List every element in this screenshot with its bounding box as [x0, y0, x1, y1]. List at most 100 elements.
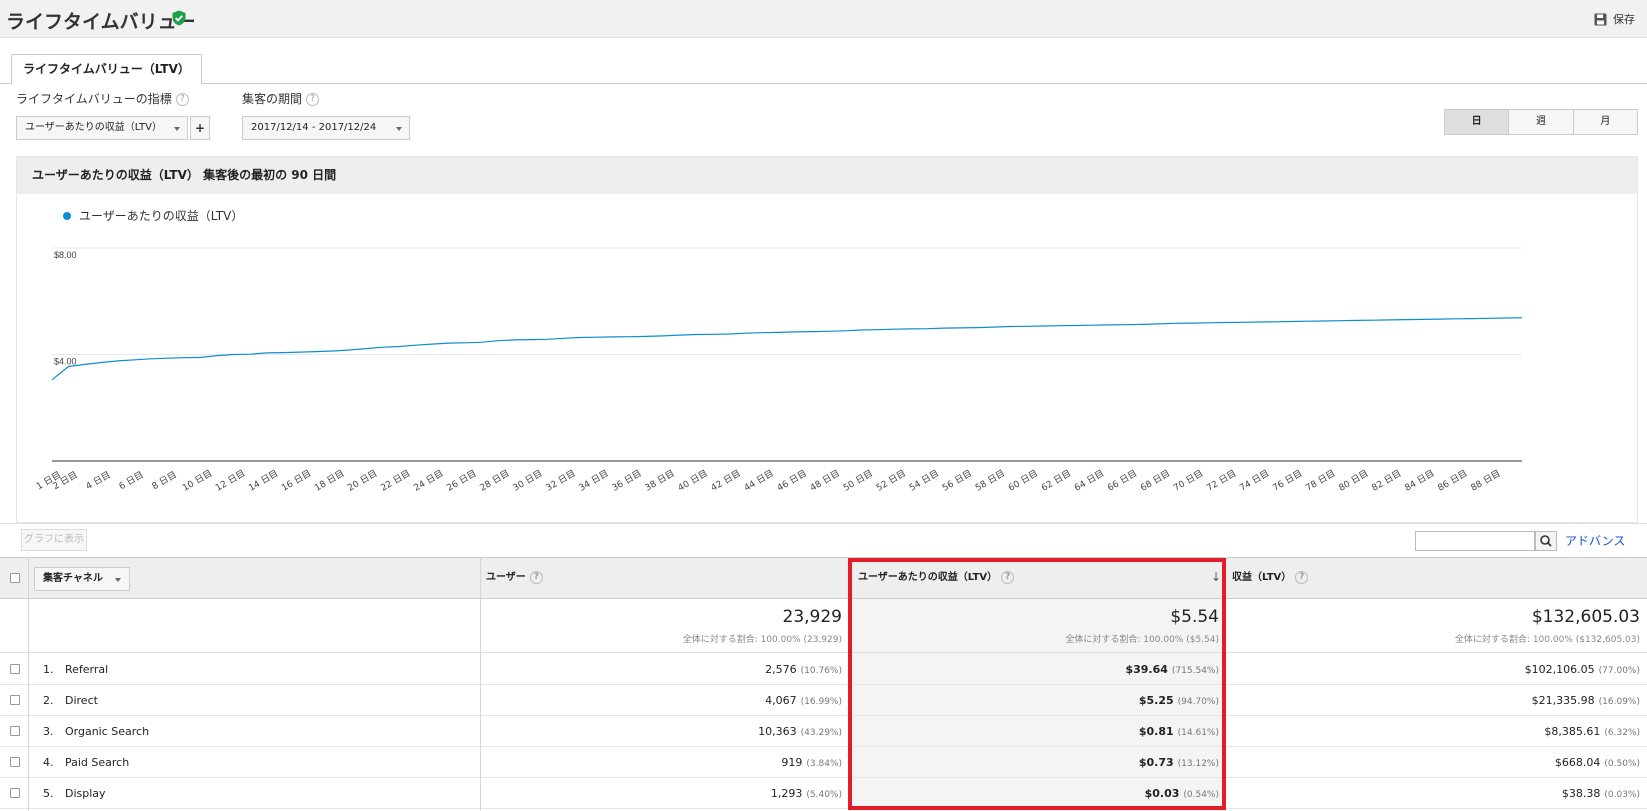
x-tick-label: 10 日目: [181, 468, 214, 494]
row-checkbox[interactable]: [10, 726, 20, 736]
ltv-percent: (715.54%): [1171, 666, 1219, 676]
channel-link[interactable]: Referral: [65, 654, 108, 685]
x-tick-label: 20 日目: [346, 468, 379, 494]
help-icon[interactable]: ?: [529, 570, 543, 584]
ltv-cell: $0.03 (0.54%): [1145, 778, 1219, 811]
help-icon[interactable]: ?: [1001, 570, 1015, 584]
channel-link[interactable]: Organic Search: [65, 716, 149, 747]
row-checkbox[interactable]: [10, 664, 20, 674]
revenue-cell: $21,335.98 (16.09%): [1532, 685, 1640, 718]
add-metric-button[interactable]: +: [190, 116, 210, 140]
plot-rows-button[interactable]: グラフに表示: [21, 529, 87, 551]
users-value: 919: [781, 756, 803, 769]
total-revenue-sub: 全体に対する割合: 100.00% ($132,605.03): [1454, 635, 1640, 645]
row-number: 3.: [43, 725, 54, 738]
row-number: 1.: [43, 663, 54, 676]
x-tick-label: 34 日目: [577, 468, 610, 494]
total-revenue: $132,605.03: [1531, 607, 1640, 627]
header-revenue-label: 収益（LTV）: [1232, 572, 1292, 583]
y-tick-label: $8.00: [54, 250, 77, 260]
period-dropdown[interactable]: 2017/12/14 - 2017/12/24: [242, 116, 410, 140]
header-ltv[interactable]: ユーザーあたりの収益（LTV）?: [858, 558, 1015, 598]
table-row[interactable]: 5. Display 1,293 (5.40%) $0.03 (0.54%) $38.38(…: [0, 778, 1647, 809]
channel-link[interactable]: Direct: [65, 685, 98, 716]
x-tick-label: 24 日目: [412, 468, 445, 494]
x-tick-label: 28 日目: [478, 468, 511, 494]
revenue-percent: (77.00%): [1598, 666, 1640, 676]
revenue-cell: $8,385.61 (6.32%): [1544, 716, 1640, 749]
channel-link[interactable]: Display: [65, 778, 106, 809]
row-checkbox[interactable]: [10, 695, 20, 705]
granularity-month-button[interactable]: 月: [1572, 110, 1637, 134]
row-number: 4.: [43, 756, 54, 769]
granularity-toggle: 日 週 月: [1444, 109, 1638, 135]
ltv-report-page: ライフタイムバリュー 保存 ライフタイムバリュー（LTV） ライフタイムバリュー…: [0, 0, 1647, 811]
granularity-day-button[interactable]: 日: [1445, 110, 1509, 134]
x-tick-label: 78 日目: [1304, 468, 1337, 494]
total-users-sub: 全体に対する割合: 100.00% (23,929): [682, 635, 842, 645]
save-label: 保存: [1613, 13, 1635, 26]
row-checkbox[interactable]: [10, 757, 20, 767]
dimension-selector[interactable]: 集客チャネル: [34, 567, 130, 591]
granularity-week-button[interactable]: 週: [1508, 110, 1573, 134]
x-tick-label: 54 日目: [907, 468, 940, 494]
x-tick-label: 26 日目: [445, 468, 478, 494]
header-revenue[interactable]: 収益（LTV）?: [1232, 558, 1309, 598]
chevron-down-icon: [174, 127, 180, 131]
help-icon[interactable]: ?: [175, 93, 189, 106]
x-tick-label: 80 日目: [1337, 468, 1370, 494]
period-label: 集客の期間?: [242, 90, 320, 107]
table-search-input[interactable]: [1415, 531, 1535, 551]
table-row[interactable]: 4. Paid Search 919 (3.84%) $0.73 (13.12%) $668…: [0, 747, 1647, 778]
x-tick-label: 48 日目: [808, 468, 841, 494]
ltv-series-line: [51, 317, 1523, 381]
x-tick-label: 46 日目: [775, 468, 808, 494]
search-button[interactable]: [1535, 531, 1557, 551]
help-icon[interactable]: ?: [306, 93, 320, 106]
header-users-label: ユーザー: [486, 572, 526, 583]
revenue-percent: (0.03%): [1604, 790, 1640, 800]
x-tick-label: 22 日目: [379, 468, 412, 494]
floppy-disk-icon: [1594, 13, 1607, 25]
table-row[interactable]: 2. Direct 4,067 (16.99%) $5.25 (94.70%) $21,33…: [0, 685, 1647, 716]
help-icon[interactable]: ?: [1295, 570, 1309, 584]
x-tick-label: 38 日目: [643, 468, 676, 494]
revenue-value: $102,106.05: [1524, 663, 1595, 676]
x-tick-label: 70 日目: [1172, 468, 1205, 494]
header-ltv-label: ユーザーあたりの収益（LTV）: [858, 572, 998, 583]
advanced-filter-link[interactable]: アドバンス: [1565, 532, 1625, 549]
users-percent: (16.99%): [800, 697, 842, 707]
metric-dropdown[interactable]: ユーザーあたりの収益（LTV）: [16, 116, 188, 140]
x-tick-label: 68 日目: [1139, 468, 1172, 494]
header-users[interactable]: ユーザー?: [486, 558, 543, 598]
select-all-checkbox[interactable]: [10, 573, 20, 583]
users-percent: (10.76%): [800, 666, 842, 676]
users-cell: 10,363 (43.29%): [758, 716, 842, 749]
ltv-cell: $39.64 (715.54%): [1125, 654, 1219, 687]
users-percent: (5.40%): [806, 790, 842, 800]
column-divider: [28, 557, 29, 811]
x-tick-label: 72 日目: [1205, 468, 1238, 494]
column-divider: [480, 557, 481, 811]
x-tick-label: 66 日目: [1106, 468, 1139, 494]
sort-descending-icon[interactable]: ↓: [1211, 570, 1221, 584]
x-tick-label: 88 日目: [1469, 468, 1502, 494]
tab-ltv[interactable]: ライフタイムバリュー（LTV）: [11, 54, 202, 85]
revenue-cell: $102,106.05 (77.00%): [1525, 654, 1640, 687]
x-tick-label: 12 日目: [214, 468, 247, 494]
channel-link[interactable]: Paid Search: [65, 747, 129, 778]
x-tick-label: 8 日目: [150, 469, 179, 492]
revenue-cell: $668.04 (0.50%): [1555, 747, 1640, 780]
table-header: 集客チャネル ユーザー? ユーザーあたりの収益（LTV）? ↓ 収益（LTV）?: [0, 557, 1647, 599]
x-tick-label: 58 日目: [973, 468, 1006, 494]
page-title: ライフタイムバリュー: [6, 11, 196, 33]
verified-shield-icon: [172, 10, 186, 26]
x-tick-label: 42 日目: [709, 468, 742, 494]
x-tick-label: 6 日目: [117, 469, 146, 492]
table-row[interactable]: 1. Referral 2,576 (10.76%) $39.64 (715.54%) $1…: [0, 654, 1647, 685]
table-row[interactable]: 3. Organic Search 10,363 (43.29%) $0.81 (14.6…: [0, 716, 1647, 747]
ltv-percent: (13.12%): [1177, 759, 1219, 769]
save-button[interactable]: 保存: [1594, 11, 1635, 27]
x-tick-label: 60 日目: [1006, 468, 1039, 494]
row-checkbox[interactable]: [10, 788, 20, 798]
